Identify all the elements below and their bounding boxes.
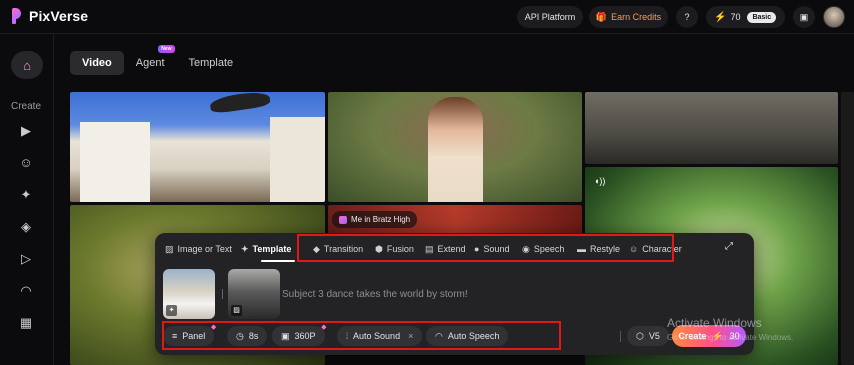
- tab-video[interactable]: Video: [70, 51, 124, 75]
- user-card-icon: ▣: [799, 11, 809, 22]
- tab-agent[interactable]: Agent New: [124, 45, 177, 75]
- tab-video-label: Video: [82, 57, 112, 69]
- api-platform-button[interactable]: API Platform: [517, 6, 583, 28]
- template-thumbnail[interactable]: ▨: [228, 269, 280, 319]
- thumbnail-divider: [222, 289, 223, 299]
- gallery-tile[interactable]: [70, 92, 325, 202]
- activate-windows-subtext: Go to Settings to activate Windows.: [667, 333, 794, 342]
- plan-badge: Basic: [747, 11, 777, 23]
- tile-scene-person: [428, 97, 483, 202]
- model-value: V5: [648, 331, 660, 341]
- reference-image-thumbnail[interactable]: ✦: [163, 269, 215, 319]
- tab-agent-label: Agent: [135, 57, 165, 69]
- api-platform-label: API Platform: [524, 12, 576, 22]
- sidebar-item-grid-icon[interactable]: ▦: [18, 315, 34, 331]
- gallery-tile[interactable]: [585, 92, 838, 164]
- sidebar-section-create: Create: [11, 101, 42, 112]
- sidebar-item-magic-icon[interactable]: ◈: [18, 219, 34, 235]
- image-icon: ▨: [231, 305, 242, 316]
- mode-label: Image or Text: [177, 244, 232, 254]
- tile-scene-bird: [209, 92, 271, 115]
- sidebar-item-video-icon[interactable]: ▶: [18, 123, 34, 139]
- template-chip[interactable]: Me in Bratz High: [332, 211, 418, 228]
- prompt-input[interactable]: Subject 3 dance takes the world by storm…: [282, 289, 468, 300]
- earn-credits-label: Earn Credits: [611, 12, 662, 22]
- mode-label: Template: [252, 244, 292, 254]
- template-chip-label: Me in Bratz High: [351, 215, 411, 224]
- sparkle-icon: ✦: [241, 243, 249, 254]
- highlight-box-modes: [297, 234, 674, 262]
- new-badge: New: [158, 45, 175, 53]
- help-button[interactable]: ?: [676, 6, 698, 28]
- sidebar-item-home[interactable]: ⌂: [11, 51, 43, 79]
- account-menu-button[interactable]: ▣: [793, 6, 815, 28]
- tab-template[interactable]: Template: [177, 51, 246, 75]
- bolt-icon: ⚡: [714, 11, 727, 23]
- earn-credits-button[interactable]: 🎁 Earn Credits: [589, 6, 668, 28]
- speaker-icon[interactable]: ◖)): [594, 176, 605, 186]
- avatar[interactable]: [823, 6, 845, 28]
- app-root: PixVerse API Platform 🎁 Earn Credits ? ⚡…: [0, 0, 854, 365]
- model-icon: ⬡: [636, 330, 644, 341]
- sidebar-item-clip-icon[interactable]: ▷: [18, 251, 34, 267]
- tab-template-label: Template: [188, 57, 234, 69]
- logo[interactable]: PixVerse: [12, 8, 88, 24]
- gallery-tile[interactable]: [841, 92, 854, 365]
- sidebar-item-chat-icon[interactable]: ☺: [18, 155, 34, 171]
- model-select[interactable]: ⬡ V5: [627, 326, 669, 346]
- activate-windows-watermark: Activate Windows: [667, 316, 762, 330]
- tile-scene-house: [270, 117, 325, 202]
- sidebar-item-lips-icon[interactable]: ◠: [18, 283, 34, 299]
- home-icon: ⌂: [23, 57, 31, 73]
- brand-name: PixVerse: [29, 8, 89, 24]
- highlight-box-controls: [162, 321, 561, 350]
- credits-button[interactable]: ⚡ 70 Basic: [706, 6, 785, 28]
- expand-icon[interactable]: ⤢: [725, 241, 733, 252]
- credits-count: 70: [730, 12, 741, 22]
- help-icon: ?: [684, 12, 690, 22]
- gallery-tile[interactable]: [328, 92, 582, 202]
- template-chip-icon: [339, 215, 347, 224]
- image-icon: ▨: [165, 243, 174, 254]
- mode-image-or-text[interactable]: ▨ Image or Text: [165, 240, 241, 258]
- controls-divider: [620, 331, 621, 342]
- tile-scene-house: [80, 122, 150, 202]
- top-bar: PixVerse API Platform 🎁 Earn Credits ? ⚡…: [0, 0, 854, 34]
- mode-template[interactable]: ✦ Template: [241, 240, 301, 262]
- gift-icon: 🎁: [595, 11, 608, 22]
- sidebar-item-sparkle-icon[interactable]: ✦: [18, 187, 34, 203]
- main-tabs: Video Agent New Template: [70, 45, 246, 75]
- sparkle-icon: ✦: [166, 305, 177, 316]
- sidebar: ⌂ Create ▶ ☺ ✦ ◈ ▷ ◠ ▦: [0, 34, 54, 365]
- pixverse-logo-icon: [12, 8, 23, 24]
